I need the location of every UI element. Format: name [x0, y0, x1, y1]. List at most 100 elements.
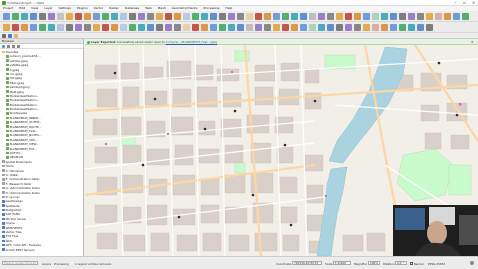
select-features-icon[interactable] [444, 13, 451, 20]
field-calculator-icon[interactable] [462, 13, 469, 20]
select-features-icon[interactable] [84, 13, 91, 20]
open-project-icon[interactable] [327, 24, 334, 31]
new-project-icon[interactable] [183, 13, 190, 20]
identify-icon[interactable] [426, 13, 433, 20]
messages-icon[interactable] [470, 261, 474, 265]
pan-map-icon[interactable] [30, 13, 37, 20]
tree-item[interactable]: ArcGIS REST Servers [2, 248, 83, 252]
statistics-icon[interactable] [426, 24, 433, 31]
zoom-out-icon[interactable] [408, 13, 415, 20]
close-message-icon[interactable]: ✕ [471, 40, 474, 44]
zoom-out-icon[interactable] [183, 24, 190, 31]
refresh-icon[interactable] [102, 24, 109, 31]
open-project-icon[interactable] [372, 13, 379, 20]
zoom-full-icon[interactable] [57, 13, 64, 20]
message-link[interactable]: C:/Users/.../PLANKONTAT_Feat...gpkg [166, 40, 217, 44]
map-tips-icon[interactable] [120, 13, 127, 20]
new-project-icon[interactable] [363, 13, 370, 20]
statistics-icon[interactable] [66, 24, 73, 31]
map-tips-icon[interactable] [75, 24, 82, 31]
diagram-icon[interactable] [354, 13, 361, 20]
measure-icon[interactable] [75, 13, 82, 20]
label-icon[interactable] [120, 24, 127, 31]
save-project-icon[interactable] [201, 13, 208, 20]
label-icon[interactable] [165, 13, 172, 20]
processing-tab[interactable]: Processing [54, 262, 69, 266]
locator-search-input[interactable]: Type to locate (Ctrl+K) [2, 261, 38, 265]
field-calculator-icon[interactable] [237, 24, 244, 31]
new-project-icon[interactable] [3, 13, 10, 20]
pan-map-icon[interactable] [165, 24, 172, 31]
select-features-icon[interactable] [219, 24, 226, 31]
zoom-in-icon[interactable] [39, 13, 46, 20]
refresh-icon[interactable] [2, 45, 5, 48]
new-bookmark-icon[interactable] [129, 13, 136, 20]
coordinate-field[interactable]: 725534,6176733 [292, 261, 322, 265]
render-checkbox[interactable] [410, 262, 413, 265]
pan-map-icon[interactable] [390, 13, 397, 20]
identify-icon[interactable] [201, 24, 208, 31]
properties-icon[interactable] [17, 45, 20, 48]
select-features-icon[interactable] [39, 24, 46, 31]
zoom-out-icon[interactable] [363, 24, 370, 31]
pan-map-icon[interactable] [345, 24, 352, 31]
select-features-icon[interactable] [264, 13, 271, 20]
zoom-out-icon[interactable] [48, 13, 55, 20]
measure-icon[interactable] [255, 13, 262, 20]
save-project-icon[interactable] [156, 24, 163, 31]
measure-icon[interactable] [30, 24, 37, 31]
select-features-icon[interactable] [399, 24, 406, 31]
temporal-icon[interactable] [111, 24, 118, 31]
show-bookmarks-icon[interactable] [93, 24, 100, 31]
attribute-table-icon[interactable] [48, 24, 55, 31]
open-project-icon[interactable] [147, 24, 154, 31]
field-calculator-icon[interactable] [417, 24, 424, 31]
map-tips-icon[interactable] [300, 13, 307, 20]
crs-button[interactable]: EPSG:25832 [428, 262, 445, 266]
show-bookmarks-icon[interactable] [318, 13, 325, 20]
python-console-icon[interactable] [14, 34, 18, 38]
open-project-icon[interactable] [192, 13, 199, 20]
save-project-icon[interactable] [21, 13, 28, 20]
magnifier-field[interactable]: 100% [368, 261, 380, 265]
refresh-icon[interactable] [327, 13, 334, 20]
save-project-icon[interactable] [336, 24, 343, 31]
filter-icon[interactable] [7, 45, 10, 48]
open-project-icon[interactable] [12, 13, 19, 20]
field-calculator-icon[interactable] [102, 13, 109, 20]
zoom-out-icon[interactable] [3, 24, 10, 31]
diagram-icon[interactable] [174, 13, 181, 20]
identify-icon[interactable] [21, 24, 28, 31]
attribute-table-icon[interactable] [408, 24, 415, 31]
temporal-icon[interactable] [291, 24, 298, 31]
diagram-icon[interactable] [309, 24, 316, 31]
zoom-out-icon[interactable] [228, 13, 235, 20]
statistics-icon[interactable] [111, 13, 118, 20]
zoom-full-icon[interactable] [237, 13, 244, 20]
identify-icon[interactable] [381, 24, 388, 31]
new-project-icon[interactable] [138, 24, 145, 31]
zoom-full-icon[interactable] [372, 24, 379, 31]
rotation-field[interactable]: 0.0 ° [395, 261, 407, 265]
refresh-icon[interactable] [147, 13, 154, 20]
attribute-table-icon[interactable] [453, 13, 460, 20]
new-bookmark-icon[interactable] [84, 24, 91, 31]
measure-icon[interactable] [390, 24, 397, 31]
measure-icon[interactable] [210, 24, 217, 31]
map-tips-icon[interactable] [255, 24, 262, 31]
show-bookmarks-icon[interactable] [138, 13, 145, 20]
scale-field[interactable]: 1:9 069 [333, 261, 351, 265]
layers-tab[interactable]: Layers [42, 262, 51, 266]
statistics-icon[interactable] [291, 13, 298, 20]
refresh-icon[interactable] [282, 24, 289, 31]
zoom-full-icon[interactable] [417, 13, 424, 20]
identify-icon[interactable] [66, 13, 73, 20]
temporal-icon[interactable] [336, 13, 343, 20]
new-bookmark-icon[interactable] [309, 13, 316, 20]
show-bookmarks-icon[interactable] [273, 24, 280, 31]
field-calculator-icon[interactable] [282, 13, 289, 20]
measure-icon[interactable] [435, 13, 442, 20]
zoom-in-icon[interactable] [399, 13, 406, 20]
collapse-all-icon[interactable] [12, 45, 15, 48]
zoom-in-icon[interactable] [219, 13, 226, 20]
